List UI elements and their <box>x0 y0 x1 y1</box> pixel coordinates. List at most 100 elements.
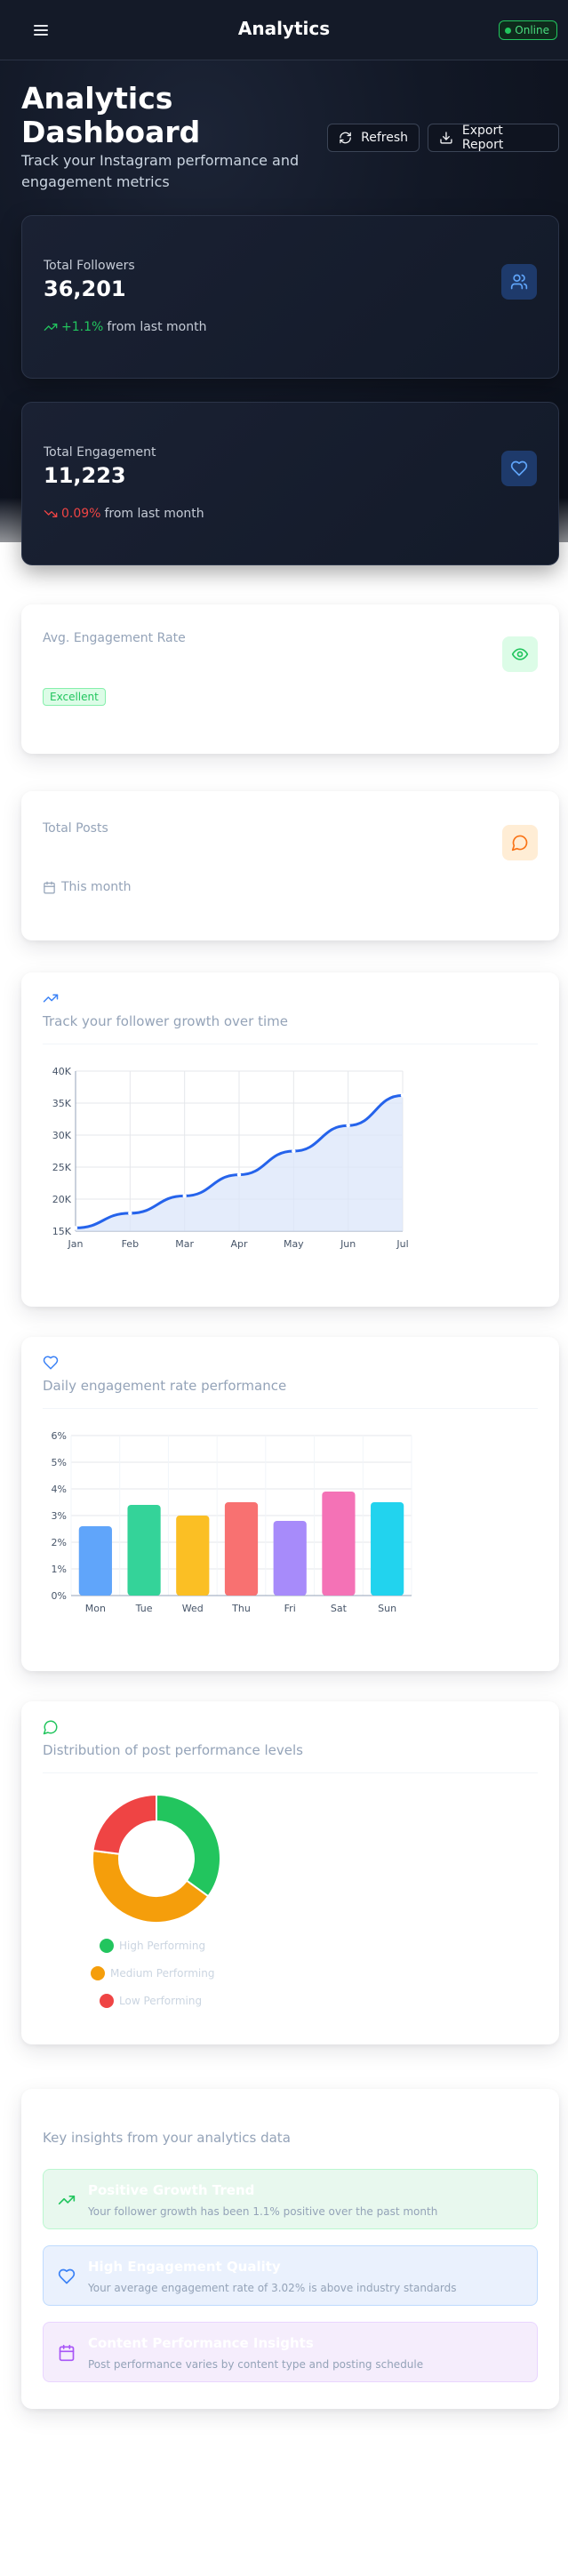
users-icon <box>510 274 528 290</box>
total-posts-icon-tile <box>502 825 538 860</box>
export-report-button[interactable]: Export Report <box>428 124 559 152</box>
refresh-label: Refresh <box>361 131 408 145</box>
bar <box>273 1521 307 1596</box>
legend-swatch <box>100 1939 114 1953</box>
export-label: Export Report <box>461 124 504 152</box>
x-tick-label: Thu <box>231 1603 251 1614</box>
refresh-icon <box>340 132 351 144</box>
bar <box>371 1502 404 1596</box>
data-point <box>400 1093 405 1098</box>
insight-engagement-title: High Engagement Quality <box>88 2259 281 2275</box>
refresh-button[interactable]: Refresh <box>327 124 420 152</box>
legend-label: Medium Performing <box>110 1967 215 1980</box>
posts-period-text: This month <box>61 880 132 894</box>
x-tick-label: Tue <box>135 1603 153 1614</box>
insights-subtitle: Key insights from your analytics data <box>43 2130 291 2146</box>
legend-label: Low Performing <box>119 1995 203 2007</box>
daily-engagement-chart: 0% 1% 2% 3% 4% 5% 6% Mon Tue Wed Thu Fri Sat Sun <box>52 1430 412 1614</box>
bar <box>322 1492 356 1596</box>
x-tick-label: May <box>284 1238 304 1250</box>
engagement-rate-label: Avg. Engagement Rate <box>43 631 186 645</box>
x-tick-label: Mar <box>175 1238 194 1250</box>
x-tick-label: Sat <box>331 1603 348 1614</box>
total-posts-label: Total Posts <box>43 821 108 836</box>
insight-growth-text: Your follower growth has been 1.1% posit… <box>88 2205 438 2218</box>
engagement-card: Total Engagement 11,223 0.09% from last … <box>21 402 559 565</box>
data-point <box>128 1211 132 1216</box>
total-posts-card: Total Posts This month <box>21 791 559 940</box>
heart-icon <box>510 460 528 476</box>
engagement-rate-icon-tile <box>502 636 538 672</box>
x-tick-label: Apr <box>230 1238 248 1250</box>
legend-label: High Performing <box>119 1940 206 1952</box>
engagement-value: 11,223 <box>44 463 126 488</box>
x-tick-label: Jul <box>396 1238 408 1250</box>
y-tick-label: 3% <box>52 1510 67 1522</box>
data-point <box>236 1172 242 1177</box>
insight-growth-title: Positive Growth Trend <box>88 2182 255 2198</box>
insight-growth: Positive Growth Trend Your follower grow… <box>43 2169 538 2229</box>
page-title: Analytics Dashboard <box>21 81 201 149</box>
data-point <box>182 1194 187 1198</box>
engagement-change-suffix: from last month <box>104 507 204 521</box>
followers-change-suffix: from last month <box>107 320 207 334</box>
message-icon <box>43 1720 58 1735</box>
post-performance-card: Distribution of post performance levels … <box>21 1701 559 2044</box>
y-tick-label: 5% <box>52 1457 67 1468</box>
status-badge: Online <box>499 20 557 40</box>
engagement-change-value: 0.09% <box>61 507 101 521</box>
app-title: Analytics <box>237 18 331 39</box>
y-tick-label: 1% <box>52 1564 67 1575</box>
daily-engagement-chart-area: 0% 1% 2% 3% 4% 5% 6% Mon Tue Wed Thu Fri Sat Sun <box>43 1408 538 1639</box>
calendar-icon <box>59 2344 75 2362</box>
engagement-rate-card: Avg. Engagement Rate Excellent <box>21 604 559 754</box>
pie-slice <box>92 1793 157 1855</box>
bar <box>224 1502 259 1596</box>
eye-icon <box>511 648 529 660</box>
heart-icon <box>58 2268 76 2284</box>
online-dot-icon <box>505 27 512 34</box>
data-point <box>292 1148 296 1154</box>
y-tick-label: 15K <box>52 1226 72 1237</box>
top-bar: Analytics Online <box>0 0 568 60</box>
followers-change: +1.1% from last month <box>44 320 206 334</box>
post-performance-chart-area: High Performing Medium Performing Low Perf… <box>43 1772 538 2030</box>
insight-content: Content Performance Insights Post perfor… <box>43 2322 538 2382</box>
trending-up-icon <box>43 994 59 1003</box>
posts-period: This month <box>43 880 132 894</box>
followers-icon-tile <box>501 264 537 300</box>
post-performance-donut <box>92 1793 221 1924</box>
x-tick-label: Jun <box>340 1238 356 1250</box>
data-point <box>346 1124 350 1128</box>
y-tick-label: 30K <box>52 1130 72 1141</box>
x-tick-label: Jan <box>68 1238 84 1250</box>
followers-card: Total Followers 36,201 +1.1% from last m… <box>21 215 559 379</box>
insight-content-title: Content Performance Insights <box>88 2335 314 2351</box>
y-tick-label: 35K <box>52 1098 72 1109</box>
legend-item: High Performing <box>100 1939 205 1953</box>
post-performance-subtitle: Distribution of post performance levels <box>43 1742 303 1758</box>
insight-engagement: High Engagement Quality Your average eng… <box>43 2245 538 2306</box>
y-tick-label: 20K <box>52 1194 72 1205</box>
pie-slice <box>92 1849 210 1924</box>
bar <box>78 1526 112 1596</box>
trending-down-icon <box>44 510 58 517</box>
x-tick-label: Wed <box>182 1603 204 1614</box>
page-subtitle: Track your Instagram performance and eng… <box>21 152 300 190</box>
insight-engagement-text: Your average engagement rate of 3.02% is… <box>88 2282 457 2294</box>
legend-swatch <box>91 1966 105 1980</box>
x-tick-label: Sun <box>378 1603 396 1614</box>
y-tick-label: 40K <box>52 1066 72 1077</box>
calendar-icon <box>44 881 55 893</box>
followers-change-value: +1.1% <box>61 320 104 334</box>
insight-content-text: Post performance varies by content type … <box>88 2358 424 2371</box>
status-text: Online <box>515 24 549 36</box>
download-icon <box>440 132 452 144</box>
trending-up-icon <box>58 2196 76 2204</box>
data-point <box>73 1226 78 1230</box>
x-tick-label: Feb <box>122 1238 139 1250</box>
bar <box>127 1505 161 1596</box>
message-icon <box>511 835 528 852</box>
legend-item: Low Performing <box>100 1994 202 2008</box>
x-tick-label: Fri <box>284 1603 296 1614</box>
